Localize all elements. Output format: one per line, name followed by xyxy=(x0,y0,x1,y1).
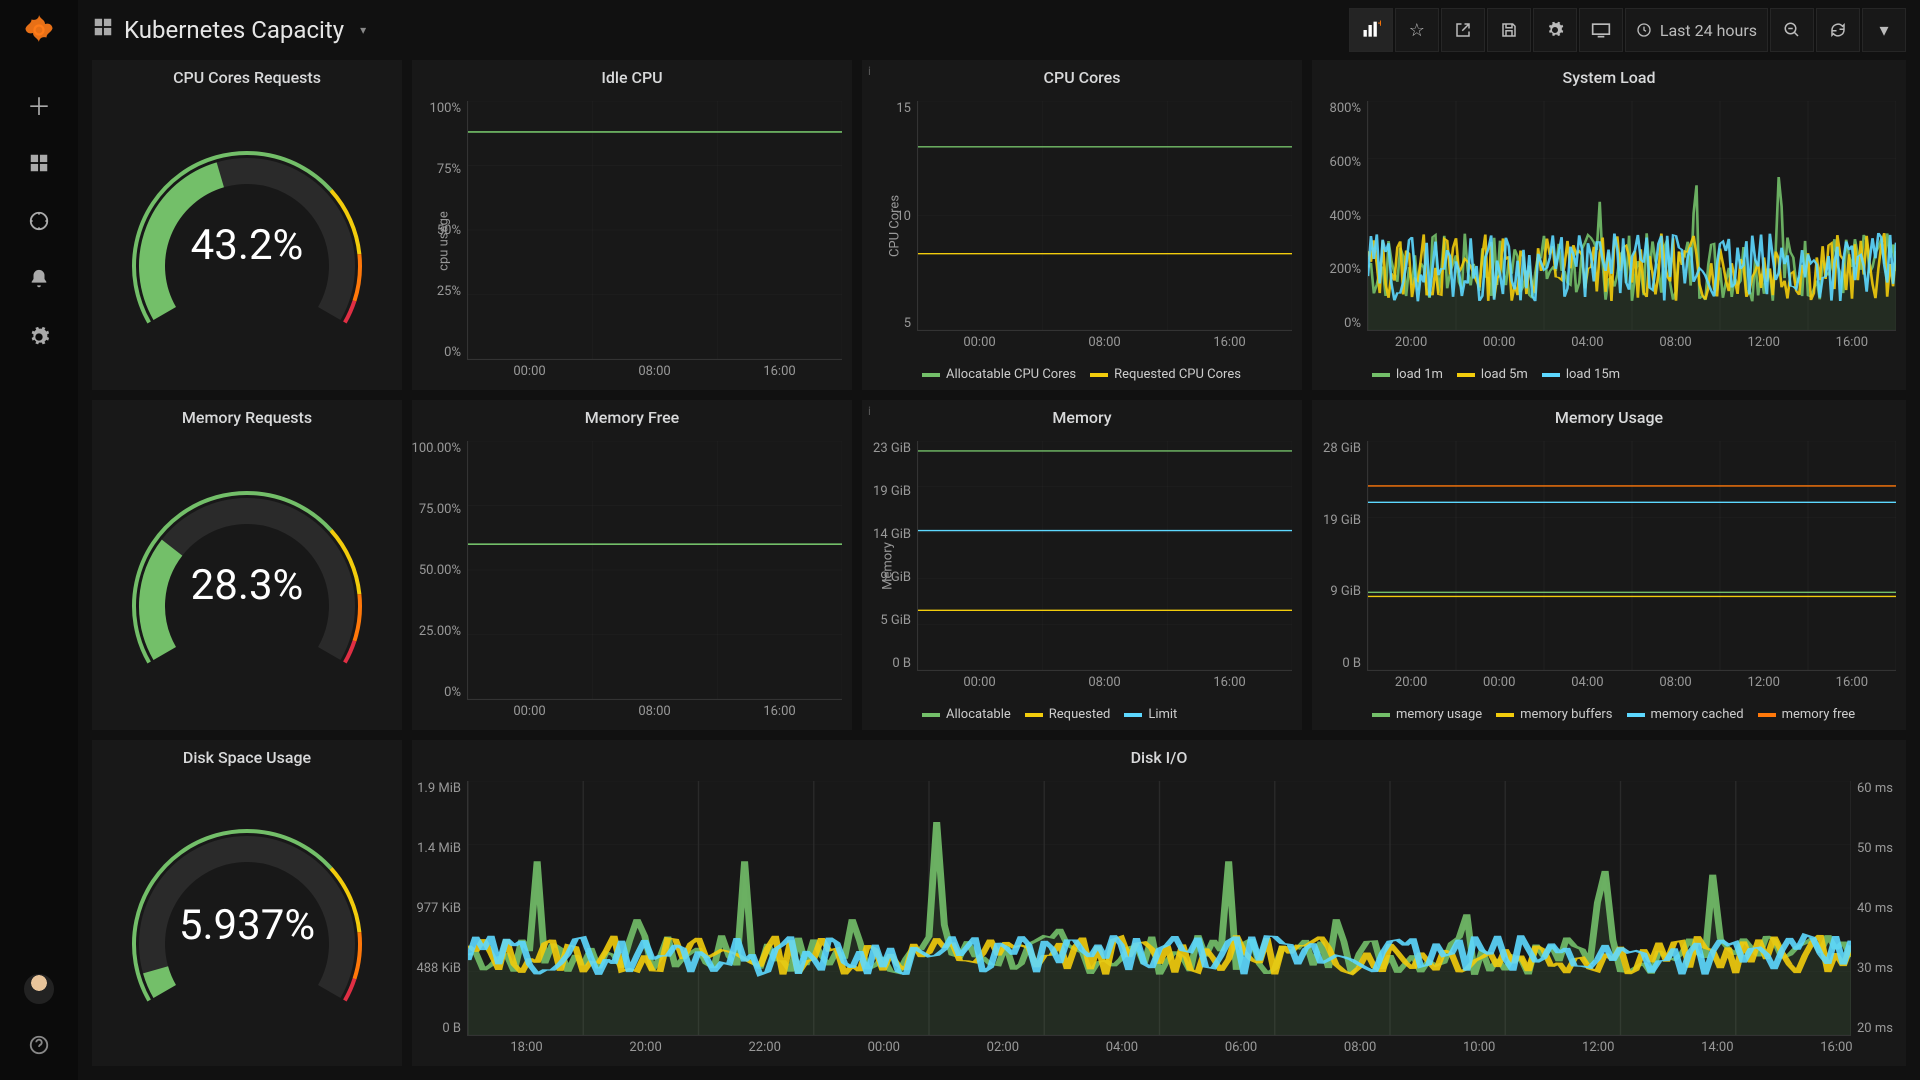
gear-icon[interactable] xyxy=(28,326,50,354)
panel-title: Memory Free xyxy=(412,400,852,431)
legend: Allocatable CPU Cores Requested CPU Cores xyxy=(862,361,1302,390)
dashboards-icon[interactable] xyxy=(28,152,50,180)
dashboard-grid-icon[interactable] xyxy=(92,16,114,44)
plot-area[interactable] xyxy=(917,101,1292,331)
y-axis: 800%600%400%200%0% xyxy=(1312,101,1367,331)
plot-area[interactable] xyxy=(917,441,1292,671)
gauge-value: 43.2% xyxy=(191,221,304,270)
star-button[interactable]: ☆ xyxy=(1395,8,1439,52)
plot-area[interactable] xyxy=(1367,441,1896,671)
refresh-interval-button[interactable]: ▾ xyxy=(1862,8,1906,52)
cycle-view-button[interactable] xyxy=(1579,8,1623,52)
topbar: Kubernetes Capacity ▾ + ☆ xyxy=(78,0,1920,60)
panel-memory-requests[interactable]: Memory Requests 28.3% xyxy=(92,400,402,730)
explore-icon[interactable] xyxy=(28,210,50,238)
x-axis: 00:0008:0016:00 xyxy=(467,364,842,386)
x-axis: 18:0020:0022:0000:0002:0004:0006:0008:00… xyxy=(467,1040,1896,1062)
panel-memory-usage[interactable]: Memory Usage 28 GiB19 GiB9 GiB0 B20:0000:… xyxy=(1312,400,1906,730)
chevron-down-icon[interactable]: ▾ xyxy=(360,23,366,37)
plot-area[interactable] xyxy=(467,101,842,360)
y-axis: 100.00%75.00%50.00%25.00%0% xyxy=(412,441,467,700)
y-axis: 100%75%50%25%0% xyxy=(412,101,467,360)
panel-title: Disk I/O xyxy=(412,740,1906,771)
legend-item[interactable]: memory buffers xyxy=(1496,707,1612,722)
x-axis: 00:0008:0016:00 xyxy=(917,675,1292,697)
legend-item[interactable]: Allocatable CPU Cores xyxy=(922,367,1076,382)
legend-item[interactable]: load 5m xyxy=(1457,367,1528,382)
panel-disk-io[interactable]: Disk I/O 1.9 MiB1.4 MiB977 KiB488 KiB0 B 6… xyxy=(412,740,1906,1066)
legend-item[interactable]: load 15m xyxy=(1542,367,1620,382)
y-axis: 15105 xyxy=(862,101,917,331)
panel-memory[interactable]: iMemoryMemory23 GiB19 GiB14 GiB9 GiB5 Gi… xyxy=(862,400,1302,730)
gauge-value: 28.3% xyxy=(191,561,304,610)
share-button[interactable] xyxy=(1441,8,1485,52)
gauge-value: 5.937% xyxy=(179,901,315,950)
legend-item[interactable]: Limit xyxy=(1124,707,1177,722)
y-axis: 23 GiB19 GiB14 GiB9 GiB5 GiB0 B xyxy=(862,441,917,671)
add-panel-button[interactable]: + xyxy=(1349,8,1393,52)
refresh-button[interactable] xyxy=(1816,8,1860,52)
panel-title: Memory Usage xyxy=(1312,400,1906,431)
x-axis: 20:0000:0004:0008:0012:0016:00 xyxy=(1367,335,1896,357)
plot-area[interactable] xyxy=(1367,101,1896,331)
time-picker-button[interactable]: Last 24 hours xyxy=(1625,8,1768,52)
legend-item[interactable]: Allocatable xyxy=(922,707,1011,722)
svg-text:+: + xyxy=(1377,20,1380,30)
legend-item[interactable]: memory cached xyxy=(1627,707,1744,722)
x-axis: 00:0008:0016:00 xyxy=(917,335,1292,357)
bell-icon[interactable] xyxy=(28,268,50,296)
page-title[interactable]: Kubernetes Capacity xyxy=(124,16,344,44)
save-button[interactable] xyxy=(1487,8,1531,52)
panel-title: Memory xyxy=(862,400,1302,431)
panel-disk-usage[interactable]: Disk Space Usage 5.937% xyxy=(92,740,402,1066)
avatar[interactable] xyxy=(24,974,54,1004)
panel-title: System Load xyxy=(1312,60,1906,91)
info-icon[interactable]: i xyxy=(868,404,871,418)
x-axis: 00:0008:0016:00 xyxy=(467,704,842,726)
plus-icon[interactable]: ＋ xyxy=(27,87,51,122)
legend-item[interactable]: memory usage xyxy=(1372,707,1482,722)
legend-item[interactable]: memory free xyxy=(1758,707,1856,722)
panel-idle-cpu[interactable]: Idle CPUcpu usage100%75%50%25%0%00:0008:… xyxy=(412,60,852,390)
panel-title: Idle CPU xyxy=(412,60,852,91)
legend-item[interactable]: Requested xyxy=(1025,707,1111,722)
y-axis: 28 GiB19 GiB9 GiB0 B xyxy=(1312,441,1367,671)
x-axis: 20:0000:0004:0008:0012:0016:00 xyxy=(1367,675,1896,697)
help-icon[interactable] xyxy=(28,1034,50,1062)
plot-area[interactable] xyxy=(467,781,1851,1036)
info-icon[interactable]: i xyxy=(868,64,871,78)
panel-title: CPU Cores Requests xyxy=(92,60,402,91)
y-axis: 1.9 MiB1.4 MiB977 KiB488 KiB0 B xyxy=(412,781,467,1036)
panel-cpu-requests[interactable]: CPU Cores Requests 43.2% xyxy=(92,60,402,390)
settings-button[interactable] xyxy=(1533,8,1577,52)
time-range-label: Last 24 hours xyxy=(1660,21,1757,40)
panel-title: CPU Cores xyxy=(862,60,1302,91)
legend: Allocatable Requested Limit xyxy=(862,701,1302,730)
sidebar: ＋ xyxy=(0,0,78,1080)
panel-title: Memory Requests xyxy=(92,400,402,431)
panel-cpu-cores[interactable]: iCPU CoresCPU Cores1510500:0008:0016:00A… xyxy=(862,60,1302,390)
plot-area[interactable] xyxy=(467,441,842,700)
panel-system-load[interactable]: System Load 800%600%400%200%0%20:0000:000… xyxy=(1312,60,1906,390)
legend: memory usage memory buffers memory cached m… xyxy=(1312,701,1906,730)
legend-item[interactable]: Requested CPU Cores xyxy=(1090,367,1241,382)
legend-item[interactable]: load 1m xyxy=(1372,367,1443,382)
legend: load 1m load 5m load 15m xyxy=(1312,361,1906,390)
zoom-out-button[interactable] xyxy=(1770,8,1814,52)
panel-title: Disk Space Usage xyxy=(92,740,402,771)
y-axis-right: 60 ms50 ms40 ms30 ms20 ms xyxy=(1851,781,1906,1036)
panel-memory-free[interactable]: Memory Free 100.00%75.00%50.00%25.00%0%00… xyxy=(412,400,852,730)
grafana-logo-icon[interactable] xyxy=(21,12,57,57)
